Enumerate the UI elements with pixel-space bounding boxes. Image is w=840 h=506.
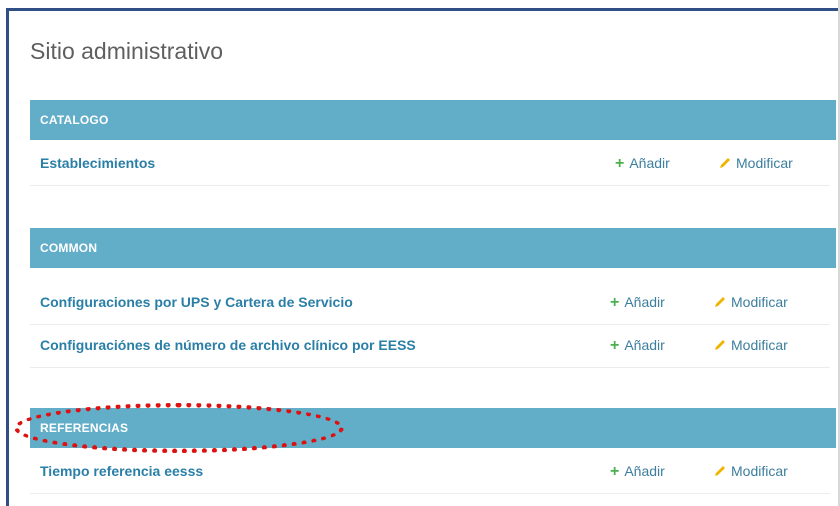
add-label: Añadir	[629, 155, 670, 171]
plus-icon: +	[610, 463, 620, 480]
model-link-establecimientos[interactable]: Establecimientos	[40, 155, 155, 171]
model-row: Tiempo referencia eesss + Añadir Modifica…	[30, 450, 830, 494]
add-label: Añadir	[624, 463, 665, 479]
change-label: Modificar	[731, 294, 788, 310]
pencil-icon	[715, 340, 725, 350]
add-button[interactable]: + Añadir	[610, 337, 665, 355]
model-link-configuraciones-ups[interactable]: Configuraciones por UPS y Cartera de Ser…	[40, 294, 353, 310]
change-label: Modificar	[731, 337, 788, 353]
module-header-common: COMMON	[30, 228, 836, 268]
window-border-top	[6, 8, 840, 11]
change-button[interactable]: Modificar	[713, 463, 788, 479]
window-border-left	[6, 8, 9, 506]
change-label: Modificar	[731, 463, 788, 479]
pencil-icon	[715, 297, 725, 307]
pencil-icon	[715, 466, 725, 476]
plus-icon: +	[615, 155, 625, 172]
pencil-icon	[720, 158, 730, 168]
model-row: Configuraciones por UPS y Cartera de Ser…	[30, 281, 830, 325]
module-header-referencias: REFERENCIAS	[30, 408, 836, 448]
plus-icon: +	[610, 337, 620, 354]
add-button[interactable]: + Añadir	[610, 463, 665, 481]
model-row: Configuraciónes de número de archivo clí…	[30, 324, 830, 368]
add-label: Añadir	[624, 337, 665, 353]
model-link-configuraciones-archivo[interactable]: Configuraciónes de número de archivo clí…	[40, 337, 416, 353]
change-button[interactable]: Modificar	[713, 294, 788, 310]
model-row: Establecimientos + Añadir Modificar	[30, 142, 830, 186]
add-button[interactable]: + Añadir	[610, 294, 665, 312]
site-title: Sitio administrativo	[30, 38, 224, 64]
change-button[interactable]: Modificar	[713, 337, 788, 353]
change-label: Modificar	[736, 155, 793, 171]
module-header-catalogo: CATALOGO	[30, 100, 836, 140]
add-button[interactable]: + Añadir	[615, 155, 670, 173]
model-link-tiempo-referencia[interactable]: Tiempo referencia eesss	[40, 463, 203, 479]
change-button[interactable]: Modificar	[718, 155, 793, 171]
plus-icon: +	[610, 294, 620, 311]
add-label: Añadir	[624, 294, 665, 310]
